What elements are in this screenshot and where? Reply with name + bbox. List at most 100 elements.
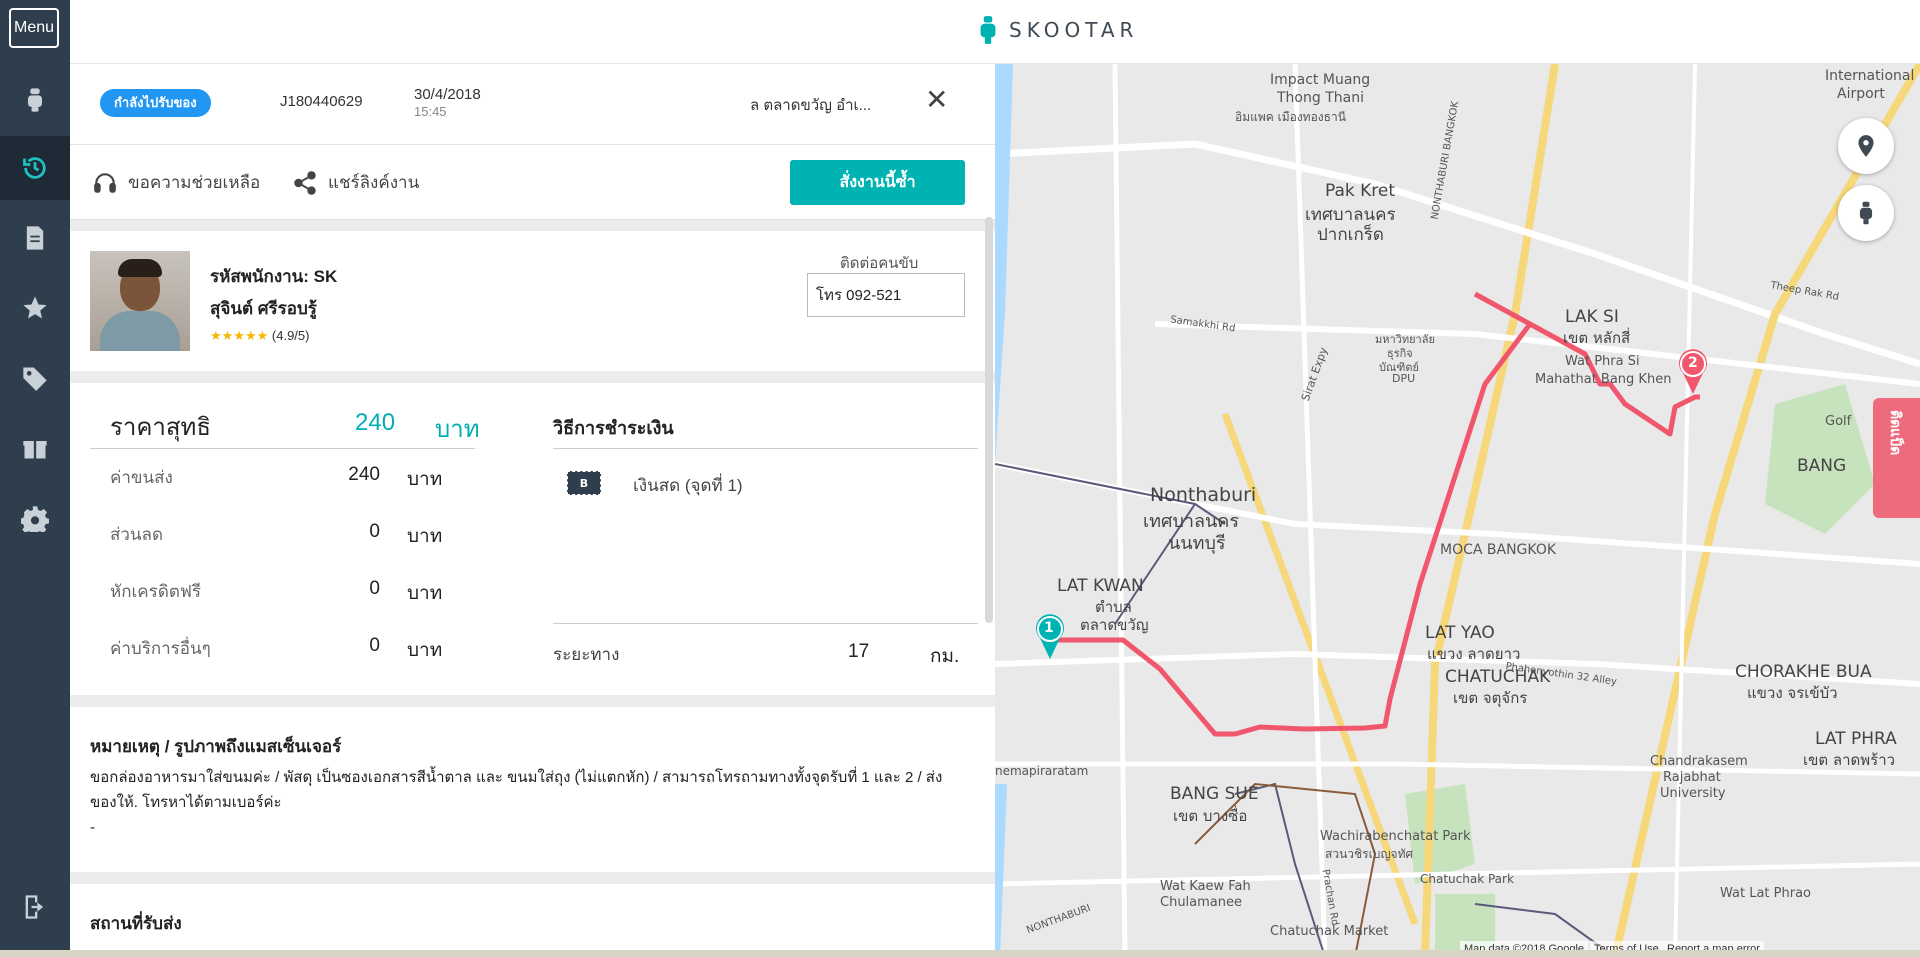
scrollbar[interactable] <box>985 217 993 623</box>
note-body: ขอกล่องอาหารมาใส่ขนมค่ะ / พัสดุ เป็นซองเ… <box>90 769 943 811</box>
reorder-button[interactable]: สั่งงานนี้ซ้ำ <box>790 160 965 205</box>
gear-icon <box>21 506 49 532</box>
map-place-label: Pak Kret <box>1325 181 1396 201</box>
job-actions: ขอความช่วยเหลือ แชร์ลิงค์งาน สั่งงานนี้ซ… <box>70 145 995 220</box>
payment-method-label: วิธีการชำระเงิน <box>553 418 674 438</box>
sidebar-item-book[interactable] <box>0 68 70 132</box>
map-place-label: Rajabhat <box>1663 770 1721 785</box>
sidebar-item-rewards[interactable] <box>0 416 70 480</box>
map-place-label: Thong Thani <box>1277 90 1364 106</box>
avatar <box>90 251 190 351</box>
employee-code: รหัสพนักงาน: SK <box>210 267 338 286</box>
map-place-label: ปากเกร็ด <box>1317 225 1384 245</box>
dropoff-pin-label: 2 <box>1688 355 1698 371</box>
price-row-label: ค่าขนส่ง <box>110 468 173 487</box>
map-place-label: Chulamanee <box>1160 895 1242 910</box>
driver-rating: ★★★★★ (4.9/5) <box>210 328 309 344</box>
map-place-label: อิมแพค เมืองทองธานี <box>1235 110 1346 124</box>
scooter-icon <box>1859 201 1873 225</box>
map-place-label: LAT KWAN <box>1057 576 1144 596</box>
document-icon <box>26 226 44 250</box>
payment-method-value: เงินสด (จุดที่ 1) <box>633 476 743 495</box>
route-map[interactable]: 1 2 Impact Muang Thong Thani อิมแพค เมือ… <box>995 64 1920 957</box>
status-badge: กำลังไปรับของ <box>100 89 211 117</box>
price-row-value: 0 <box>369 521 380 542</box>
sidebar: Menu <box>0 0 70 957</box>
driver-location-button[interactable] <box>1838 185 1894 241</box>
map-place-label: Chandrakasem <box>1650 754 1748 769</box>
sidebar-item-favorites[interactable] <box>0 276 70 340</box>
brand-logo: SKOOTAR <box>975 14 1138 46</box>
share-label: แชร์ลิงค์งาน <box>328 173 420 192</box>
price-row-value: 0 <box>369 578 380 599</box>
divider <box>90 448 475 449</box>
menu-button[interactable]: Menu <box>9 8 59 48</box>
map-place-label: Wat Kaew Fah <box>1160 879 1251 894</box>
location-title: สถานที่รับส่ง <box>90 914 182 933</box>
map-place-label: BANG SUE <box>1170 784 1259 804</box>
rating-value: (4.9/5) <box>271 328 310 343</box>
map-place-label: DPU <box>1392 372 1416 385</box>
price-row-value: 0 <box>369 635 380 656</box>
driver-card: รหัสพนักงาน: SK สุจินต์ ศรีรอบรู้ ★★★★★ … <box>70 231 995 371</box>
close-icon[interactable]: ✕ <box>925 86 948 114</box>
map-place-label: Airport <box>1837 86 1885 102</box>
sidebar-item-logout[interactable] <box>0 875 70 939</box>
net-price-label: ราคาสุทธิ <box>110 414 212 441</box>
my-location-button[interactable] <box>1838 118 1894 174</box>
help-link[interactable]: ขอความช่วยเหลือ <box>92 169 260 196</box>
map-place-label: Wachirabenchatat Park <box>1320 829 1471 844</box>
map-place-label: เขต จตุจักร <box>1453 689 1528 707</box>
price-row-other-fees: ค่าบริการอื่นๆ 0 บาท <box>110 635 470 665</box>
map-canvas <box>995 64 1920 957</box>
price-card: ราคาสุทธิ 240 บาท ค่าขนส่ง 240 บาท ส่วนล… <box>70 383 995 695</box>
brand-name: SKOOTAR <box>1009 18 1139 42</box>
net-price-value: 240 <box>355 409 396 436</box>
price-row-delivery: ค่าขนส่ง 240 บาท <box>110 464 470 494</box>
price-row-free-credit: หักเครดิตฟรี 0 บาท <box>110 578 470 608</box>
driver-phone[interactable]: โทร 092-521 <box>807 273 965 317</box>
share-link[interactable]: แชร์ลิงค์งาน <box>292 169 419 196</box>
price-row-unit: บาท <box>407 469 443 490</box>
gift-icon <box>23 441 47 459</box>
price-row-discount: ส่วนลด 0 บาท <box>110 521 470 551</box>
note-card: หมายเหตุ / รูปภาพถึงแมสเซ็นเจอร์ ขอกล่อง… <box>70 707 995 872</box>
price-row-label: หักเครดิตฟรี <box>110 582 202 601</box>
map-place-label: nemapiraratam <box>995 764 1089 778</box>
top-bar: SKOOTAR <box>70 0 1920 64</box>
price-row-value: 240 <box>348 464 380 485</box>
map-place-label: นนทบุรี <box>1168 533 1226 554</box>
note-extra: - <box>90 819 95 836</box>
sidebar-item-history[interactable] <box>0 136 70 200</box>
feedback-tab[interactable]: ติดแป็ด <box>1873 398 1920 518</box>
logout-icon <box>25 895 44 919</box>
map-place-label: BANG <box>1797 456 1847 476</box>
job-header: กำลังไปรับของ J180440629 30/4/2018 15:45… <box>70 64 995 145</box>
price-row-label: ส่วนลด <box>110 525 164 544</box>
tag-icon <box>23 367 47 391</box>
map-place-label: LAK SI <box>1565 307 1619 327</box>
sidebar-item-documents[interactable] <box>0 206 70 270</box>
map-place-label: สวนวชิรเบญจทัศ <box>1325 847 1414 861</box>
divider <box>553 623 978 624</box>
map-place-label: Mahathat Bang Khen <box>1535 372 1672 387</box>
contact-driver-label: ติดต่อคนขับ <box>840 255 919 272</box>
os-taskbar <box>0 950 1920 957</box>
job-time: 15:45 <box>414 104 447 119</box>
pickup-pin-label: 1 <box>1044 620 1054 636</box>
headset-icon <box>94 172 116 193</box>
distance-unit: กม. <box>930 646 960 667</box>
map-place-label: ตลาดขวัญ <box>1080 616 1149 634</box>
location-card: สถานที่รับส่ง <box>70 884 995 957</box>
sidebar-item-settings[interactable] <box>0 486 70 550</box>
net-price-unit: บาท <box>435 416 480 443</box>
history-icon <box>23 157 46 179</box>
map-place-label: Wat Phra Si <box>1565 354 1640 369</box>
help-label: ขอความช่วยเหลือ <box>128 173 261 192</box>
star-icon <box>23 296 47 319</box>
sidebar-item-promotions[interactable] <box>0 346 70 410</box>
divider <box>553 448 978 449</box>
map-place-label: เขต บางซื่อ <box>1173 807 1248 825</box>
price-row-unit: บาท <box>407 583 443 604</box>
price-row-label: ค่าบริการอื่นๆ <box>110 639 211 658</box>
